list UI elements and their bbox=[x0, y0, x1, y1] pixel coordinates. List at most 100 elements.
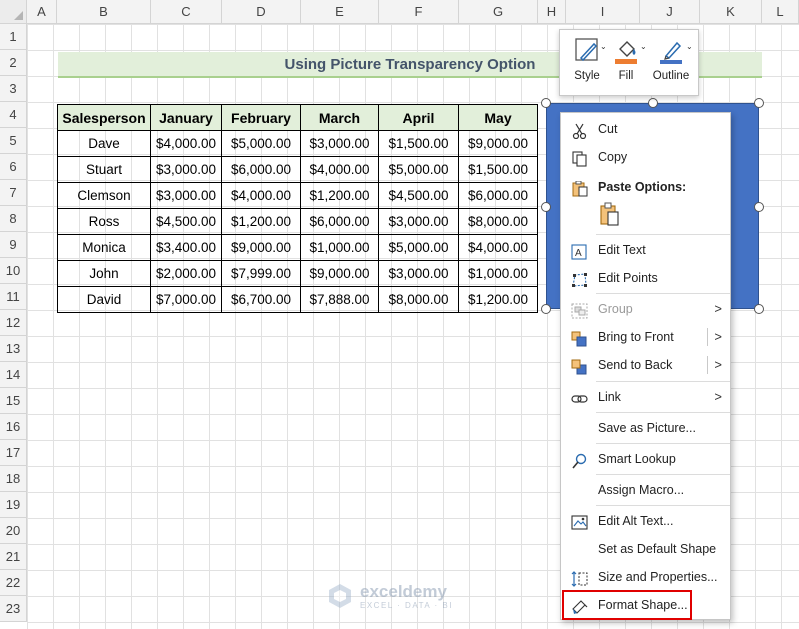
table-cell[interactable]: $7,888.00 bbox=[300, 286, 379, 313]
table-cell[interactable]: $6,000.00 bbox=[300, 208, 379, 235]
row-header-7[interactable]: 7 bbox=[0, 180, 27, 206]
submenu-arrow-icon[interactable]: > bbox=[714, 383, 722, 411]
table-cell[interactable]: $5,000.00 bbox=[378, 156, 459, 183]
menu-item-edit-alt-text[interactable]: Edit Alt Text... bbox=[561, 507, 730, 535]
menu-item-group[interactable]: Group > bbox=[561, 295, 730, 323]
table-cell[interactable]: $1,500.00 bbox=[378, 130, 459, 157]
menu-item-save-as-picture[interactable]: Save as Picture... bbox=[561, 414, 730, 442]
menu-item-smart-lookup[interactable]: Smart Lookup bbox=[561, 445, 730, 473]
style-dropdown-icon[interactable]: ⌄ bbox=[600, 42, 607, 51]
submenu-arrow-icon[interactable]: > bbox=[714, 351, 722, 379]
table-cell[interactable]: $3,000.00 bbox=[150, 182, 222, 209]
resize-handle-middle-right[interactable] bbox=[754, 202, 764, 212]
row-header-18[interactable]: 18 bbox=[0, 466, 27, 492]
table-cell[interactable]: $1,200.00 bbox=[221, 208, 301, 235]
menu-item-edit-text[interactable]: A Edit Text bbox=[561, 236, 730, 264]
table-cell[interactable]: David bbox=[57, 286, 151, 313]
table-cell[interactable]: $3,400.00 bbox=[150, 234, 222, 261]
row-header-20[interactable]: 20 bbox=[0, 518, 27, 544]
table-cell[interactable]: $4,000.00 bbox=[458, 234, 538, 261]
table-cell[interactable]: $6,000.00 bbox=[458, 182, 538, 209]
row-header-11[interactable]: 11 bbox=[0, 284, 27, 310]
resize-handle-top-center[interactable] bbox=[648, 98, 658, 108]
column-header-d[interactable]: D bbox=[222, 0, 301, 24]
row-header-4[interactable]: 4 bbox=[0, 102, 27, 128]
table-cell[interactable]: $8,000.00 bbox=[458, 208, 538, 235]
table-cell[interactable]: $5,000.00 bbox=[378, 234, 459, 261]
row-header-17[interactable]: 17 bbox=[0, 440, 27, 466]
menu-item-size-and-properties[interactable]: Size and Properties... bbox=[561, 563, 730, 591]
row-header-8[interactable]: 8 bbox=[0, 206, 27, 232]
row-header-3[interactable]: 3 bbox=[0, 76, 27, 102]
table-cell[interactable]: $6,000.00 bbox=[221, 156, 301, 183]
menu-item-send-to-back[interactable]: Send to Back > bbox=[561, 351, 730, 379]
table-header-cell[interactable]: February bbox=[221, 104, 301, 131]
table-cell[interactable]: $3,000.00 bbox=[150, 156, 222, 183]
table-cell[interactable]: John bbox=[57, 260, 151, 287]
table-cell[interactable]: $3,000.00 bbox=[300, 130, 379, 157]
column-header-h[interactable]: H bbox=[538, 0, 566, 24]
menu-item-copy[interactable]: Copy bbox=[561, 143, 730, 171]
table-cell[interactable]: $3,000.00 bbox=[378, 260, 459, 287]
row-header-22[interactable]: 22 bbox=[0, 570, 27, 596]
column-header-g[interactable]: G bbox=[459, 0, 538, 24]
resize-handle-bottom-left[interactable] bbox=[541, 304, 551, 314]
column-header-k[interactable]: K bbox=[700, 0, 762, 24]
table-header-cell[interactable]: March bbox=[300, 104, 379, 131]
menu-item-assign-macro[interactable]: Assign Macro... bbox=[561, 476, 730, 504]
menu-item-set-default-shape[interactable]: Set as Default Shape bbox=[561, 535, 730, 563]
fill-button[interactable]: Fill bbox=[610, 36, 642, 82]
resize-handle-middle-left[interactable] bbox=[541, 202, 551, 212]
column-header-e[interactable]: E bbox=[301, 0, 379, 24]
table-cell[interactable]: $4,000.00 bbox=[221, 182, 301, 209]
column-header-c[interactable]: C bbox=[151, 0, 222, 24]
table-cell[interactable]: $7,000.00 bbox=[150, 286, 222, 313]
row-header-1[interactable]: 1 bbox=[0, 24, 27, 50]
menu-item-edit-points[interactable]: Edit Points bbox=[561, 264, 730, 292]
row-header-9[interactable]: 9 bbox=[0, 232, 27, 258]
table-cell[interactable]: $4,000.00 bbox=[300, 156, 379, 183]
table-cell[interactable]: $8,000.00 bbox=[378, 286, 459, 313]
table-cell[interactable]: $9,000.00 bbox=[300, 260, 379, 287]
column-header-j[interactable]: J bbox=[640, 0, 700, 24]
table-header-cell[interactable]: January bbox=[150, 104, 222, 131]
menu-item-link[interactable]: Link > bbox=[561, 383, 730, 411]
row-header-21[interactable]: 21 bbox=[0, 544, 27, 570]
column-header-f[interactable]: F bbox=[379, 0, 459, 24]
row-header-15[interactable]: 15 bbox=[0, 388, 27, 414]
table-header-cell[interactable]: May bbox=[458, 104, 538, 131]
table-cell[interactable]: Ross bbox=[57, 208, 151, 235]
table-header-cell[interactable]: April bbox=[378, 104, 459, 131]
table-cell[interactable]: $1,200.00 bbox=[458, 286, 538, 313]
table-cell[interactable]: $1,000.00 bbox=[300, 234, 379, 261]
table-cell[interactable]: $4,500.00 bbox=[378, 182, 459, 209]
table-cell[interactable]: $4,000.00 bbox=[150, 130, 222, 157]
row-header-16[interactable]: 16 bbox=[0, 414, 27, 440]
select-all-corner[interactable] bbox=[0, 0, 27, 24]
row-header-2[interactable]: 2 bbox=[0, 50, 27, 76]
table-cell[interactable]: Dave bbox=[57, 130, 151, 157]
table-header-cell[interactable]: Salesperson bbox=[57, 104, 151, 131]
row-header-14[interactable]: 14 bbox=[0, 362, 27, 388]
submenu-arrow-icon[interactable]: > bbox=[714, 323, 722, 351]
table-cell[interactable]: $1,000.00 bbox=[458, 260, 538, 287]
table-cell[interactable]: $3,000.00 bbox=[378, 208, 459, 235]
table-cell[interactable]: $9,000.00 bbox=[458, 130, 538, 157]
table-cell[interactable]: $5,000.00 bbox=[221, 130, 301, 157]
table-cell[interactable]: Clemson bbox=[57, 182, 151, 209]
row-header-5[interactable]: 5 bbox=[0, 128, 27, 154]
table-cell[interactable]: $2,000.00 bbox=[150, 260, 222, 287]
column-header-l[interactable]: L bbox=[762, 0, 799, 24]
column-header-a[interactable]: A bbox=[27, 0, 57, 24]
paste-keep-formatting-button[interactable] bbox=[597, 202, 623, 228]
menu-item-cut[interactable]: Cut bbox=[561, 115, 730, 143]
resize-handle-top-left[interactable] bbox=[541, 98, 551, 108]
row-header-10[interactable]: 10 bbox=[0, 258, 27, 284]
outline-dropdown-icon[interactable]: ⌄ bbox=[686, 42, 693, 51]
table-cell[interactable]: $6,700.00 bbox=[221, 286, 301, 313]
table-cell[interactable]: Stuart bbox=[57, 156, 151, 183]
column-header-b[interactable]: B bbox=[57, 0, 151, 24]
row-header-6[interactable]: 6 bbox=[0, 154, 27, 180]
column-header-i[interactable]: I bbox=[566, 0, 640, 24]
row-header-13[interactable]: 13 bbox=[0, 336, 27, 362]
